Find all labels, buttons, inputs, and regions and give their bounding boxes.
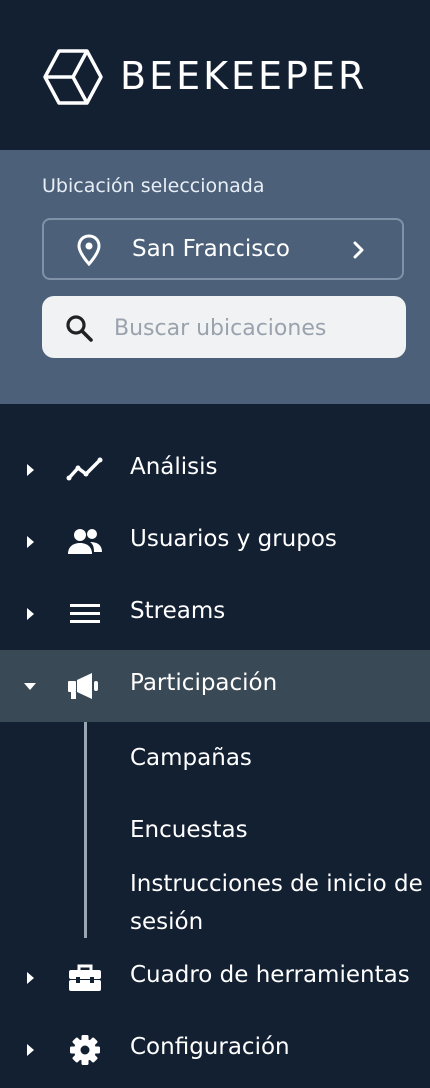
subnav-item-campanas[interactable]: Campañas <box>130 739 252 777</box>
caret-right-icon <box>27 1044 34 1056</box>
search-icon <box>66 315 93 342</box>
nav-item-label: Streams <box>130 598 226 624</box>
subnav-item-instrucciones[interactable]: Instrucciones de inicio de sesión <box>130 865 430 941</box>
selected-location: San Francisco <box>132 236 291 262</box>
nav-item-participacion[interactable]: Participación <box>0 650 430 722</box>
megaphone-icon <box>68 673 98 699</box>
nav-item-label: Usuarios y grupos <box>130 526 337 552</box>
gear-icon <box>70 1035 100 1065</box>
users-icon <box>68 529 102 554</box>
caret-right-icon <box>27 972 34 984</box>
nav-item-cuadro-de-herramientas[interactable]: Cuadro de herramientas <box>0 942 430 1014</box>
caret-right-icon <box>27 608 34 620</box>
app-header: BEEKEEPER <box>0 0 430 150</box>
map-pin-icon <box>77 234 101 266</box>
location-search[interactable] <box>42 296 406 358</box>
location-selector-button[interactable]: San Francisco <box>42 218 404 280</box>
subnav-item-encuestas[interactable]: Encuestas <box>130 811 248 849</box>
line-chart-icon <box>66 457 103 481</box>
location-label: Ubicación seleccionada <box>42 175 265 197</box>
nav-item-configuracion[interactable]: Configuración <box>0 1014 430 1086</box>
chevron-right-icon <box>353 241 364 259</box>
beekeeper-logo-icon <box>43 49 103 105</box>
location-search-input[interactable] <box>112 310 396 346</box>
submenu-indicator-line <box>84 722 87 938</box>
caret-right-icon <box>27 464 34 476</box>
nav-item-label: Configuración <box>130 1034 290 1060</box>
nav-item-label: Cuadro de herramientas <box>130 962 410 988</box>
nav-item-usuarios-y-grupos[interactable]: Usuarios y grupos <box>0 506 430 578</box>
menu-lines-icon <box>70 604 100 623</box>
caret-down-icon <box>24 683 36 690</box>
nav-item-analisis[interactable]: Análisis <box>0 434 430 506</box>
nav-item-label: Participación <box>130 670 278 696</box>
toolbox-icon <box>69 964 101 991</box>
brand-name: BEEKEEPER <box>120 54 368 98</box>
nav-item-label: Análisis <box>130 454 218 480</box>
caret-right-icon <box>27 536 34 548</box>
nav-item-streams[interactable]: Streams <box>0 578 430 650</box>
